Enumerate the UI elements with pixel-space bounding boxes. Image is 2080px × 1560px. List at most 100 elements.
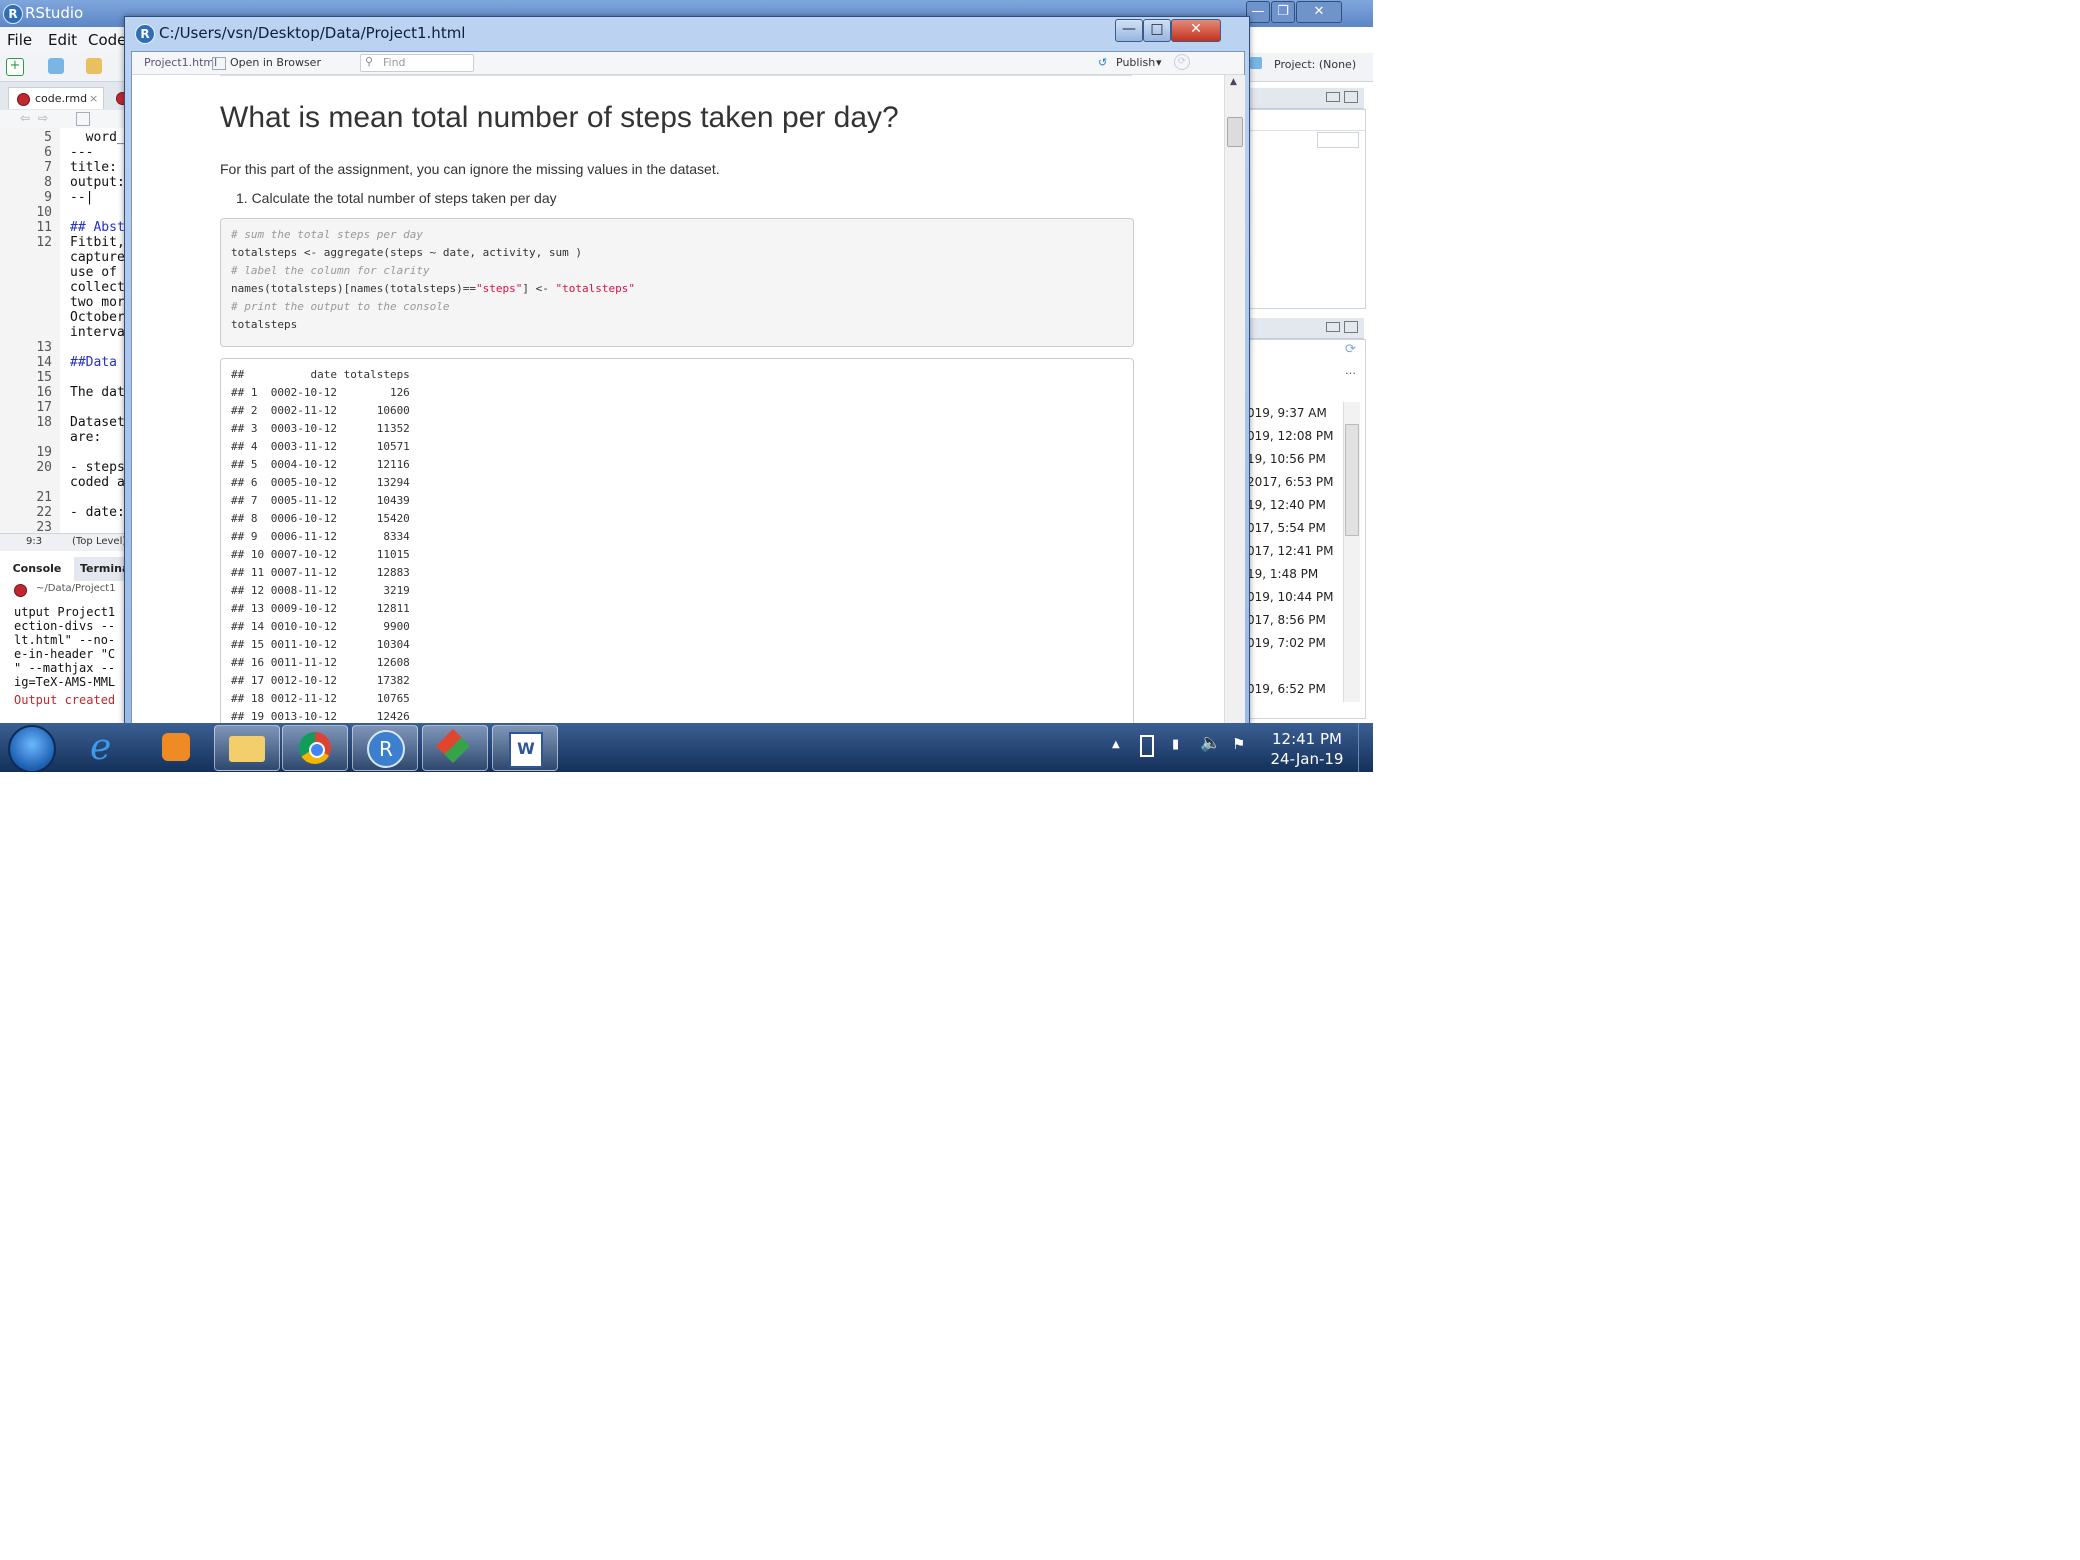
- open-in-browser-button[interactable]: Open in Browser: [230, 56, 321, 69]
- minimize-pane-icon[interactable]: [1326, 92, 1340, 102]
- line-number: 8: [44, 175, 52, 190]
- forward-icon[interactable]: ⇨: [38, 111, 48, 125]
- output-row: ## 13 0009-10-12 12811: [231, 602, 410, 615]
- file-modified-time: 017, 8:56 PM: [1247, 613, 1326, 627]
- environment-pane-header: [1246, 88, 1364, 109]
- volume-icon[interactable]: 🔈: [1200, 733, 1221, 753]
- output-row: ## 18 0012-11-12 10765: [231, 692, 410, 705]
- output-row: ## 15 0011-10-12 10304: [231, 638, 410, 651]
- viewer-scroll-thumb[interactable]: [1227, 117, 1243, 147]
- publish-button[interactable]: Publish: [1116, 56, 1155, 69]
- close-button[interactable]: ✕: [1296, 1, 1342, 23]
- publish-dropdown-icon[interactable]: ▾: [1156, 56, 1162, 69]
- output-row: ## 14 0010-10-12 9900: [231, 620, 410, 633]
- console-working-dir: ~/Data/Project1: [36, 583, 116, 594]
- rstudio-title: RStudio: [25, 4, 84, 22]
- output-row: ## 4 0003-11-12 10571: [231, 440, 410, 453]
- file-modified-time: 019, 7:02 PM: [1247, 636, 1326, 650]
- output-row: ## 10 0007-10-12 11015: [231, 548, 410, 561]
- project-menu[interactable]: Project: (None): [1274, 58, 1356, 71]
- code-line: - date:: [70, 505, 125, 520]
- new-file-icon[interactable]: +: [6, 58, 24, 76]
- menu-edit[interactable]: Edit: [48, 31, 77, 49]
- find-input[interactable]: ⚲ Find: [360, 54, 474, 72]
- file-explorer-icon[interactable]: [214, 725, 280, 771]
- git-gui-icon[interactable]: [422, 725, 488, 771]
- publish-icon: ↺: [1098, 56, 1108, 69]
- tab-code-rmd-label: code.rmd: [35, 92, 88, 105]
- viewer-file-label: Project1.html: [144, 56, 218, 69]
- line-number: 22: [36, 505, 52, 520]
- code-line: ## Abst: [70, 220, 125, 235]
- line-number: 19: [36, 445, 52, 460]
- menu-code[interactable]: Code: [88, 31, 126, 49]
- code-line: Dataset: [70, 415, 125, 430]
- output-row: ## 7 0005-11-12 10439: [231, 494, 410, 507]
- r-console-icon: [14, 584, 27, 597]
- code-line: output:: [70, 175, 125, 190]
- word-icon[interactable]: W: [492, 725, 558, 771]
- code-line: two mor: [70, 295, 125, 310]
- files-scrollbar[interactable]: [1343, 402, 1360, 702]
- maximize-files-pane-icon[interactable]: [1344, 321, 1358, 333]
- chrome-icon[interactable]: [282, 725, 348, 771]
- tab-console[interactable]: Console: [0, 557, 74, 581]
- maximize-pane-icon[interactable]: [1344, 91, 1358, 103]
- line-number: 21: [36, 490, 52, 505]
- scroll-up-icon[interactable]: ▲: [1230, 77, 1237, 87]
- find-placeholder: Find: [383, 56, 406, 69]
- code-line: ##Data: [70, 355, 117, 370]
- scope-indicator[interactable]: (Top Level): [72, 536, 126, 547]
- file-modified-time: 017, 5:54 PM: [1247, 521, 1326, 535]
- action-center-flag-icon[interactable]: ⚑: [1232, 735, 1245, 753]
- close-tab-icon[interactable]: ×: [89, 88, 98, 110]
- tab-code-rmd[interactable]: code.rmd ×: [8, 87, 104, 109]
- viewer-scrollbar[interactable]: ▲: [1224, 75, 1245, 724]
- output-row: ## 12 0008-11-12 3219: [231, 584, 410, 597]
- refresh-icon[interactable]: ⟳: [1345, 342, 1356, 357]
- show-desktop-button[interactable]: [1358, 723, 1373, 772]
- rstudio-taskbar-icon[interactable]: R: [352, 725, 418, 771]
- code-editor[interactable]: 5 word_ 6 --- 7 title: 8 output: 9 --| 10 11 ## Abs…: [0, 128, 130, 535]
- new-project-icon[interactable]: [48, 58, 64, 74]
- editor-tabs: code.rmd ×: [0, 82, 130, 111]
- files-scroll-thumb[interactable]: [1345, 424, 1359, 536]
- back-icon[interactable]: ⇦: [20, 111, 30, 125]
- line-number: 9: [44, 190, 52, 205]
- menu-file[interactable]: File: [7, 31, 32, 49]
- restore-icon[interactable]: ❐: [1271, 1, 1295, 23]
- environment-search-input[interactable]: [1317, 132, 1359, 148]
- viewer-minimize-button[interactable]: —: [1115, 19, 1143, 42]
- open-file-icon[interactable]: [86, 58, 102, 74]
- more-icon[interactable]: …: [1345, 364, 1356, 377]
- code-line: use of: [70, 265, 117, 280]
- code-line: totalsteps: [231, 318, 298, 331]
- code-line: - steps: [70, 460, 125, 475]
- refresh-viewer-icon[interactable]: ⟳: [1174, 54, 1190, 70]
- section-divider: [220, 75, 1132, 76]
- media-player-icon[interactable]: [146, 725, 210, 769]
- project-icon: [1250, 57, 1262, 69]
- viewer-close-button[interactable]: ✕: [1171, 19, 1221, 42]
- viewer-r-icon: R: [135, 24, 155, 44]
- code-line: interva: [70, 325, 125, 340]
- show-in-window-icon[interactable]: [76, 112, 90, 126]
- code-line: collect: [70, 280, 125, 295]
- show-hidden-icons-icon[interactable]: ▲: [1112, 739, 1120, 750]
- output-row: ## 5 0004-10-12 12116: [231, 458, 410, 471]
- file-modified-time: 017, 12:41 PM: [1247, 544, 1334, 558]
- rmd-file-icon: [17, 93, 30, 106]
- minimize-files-pane-icon[interactable]: [1326, 322, 1340, 332]
- chrome-center: [309, 742, 325, 758]
- viewer-maximize-button[interactable]: □: [1143, 19, 1171, 42]
- network-signal-icon[interactable]: ▮: [1172, 737, 1179, 752]
- code-line: names(totalsteps)[names(totalsteps)=="st…: [231, 282, 635, 295]
- line-number: 20: [36, 460, 52, 475]
- internet-explorer-icon[interactable]: e: [76, 725, 140, 769]
- device-icon[interactable]: [1140, 735, 1154, 757]
- clock-time: 12:41 PM: [1272, 730, 1342, 748]
- console-pane[interactable]: ~/Data/Project1 utput Project1 ection-div…: [0, 581, 130, 723]
- start-button[interactable]: [8, 725, 56, 772]
- file-modified-time: 19, 1:48 PM: [1247, 567, 1319, 581]
- system-clock[interactable]: 12:41 PM 24-Jan-19: [1262, 729, 1352, 769]
